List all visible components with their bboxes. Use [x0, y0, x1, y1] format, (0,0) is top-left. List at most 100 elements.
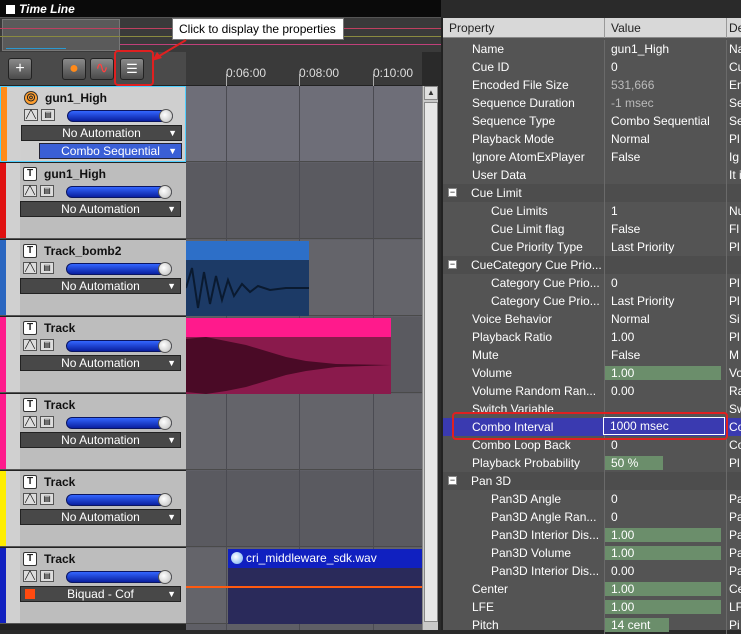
property-value[interactable]: 0.00	[605, 382, 727, 400]
sequence-type-dropdown[interactable]: Combo Sequential ▼	[39, 143, 182, 159]
property-value[interactable]	[605, 166, 727, 184]
property-value[interactable]: False	[605, 220, 727, 238]
property-group-row[interactable]: − Pan 3D	[443, 472, 741, 490]
property-row[interactable]: Playback Probability 50 % Pl	[443, 454, 741, 472]
property-row[interactable]: Pan3D Interior Dis... 0.00 Pa	[443, 562, 741, 580]
property-value[interactable]: gun1_High	[605, 40, 727, 58]
property-row[interactable]: Pan3D Volume 1.00 Pa	[443, 544, 741, 562]
waveform-clip-header[interactable]	[186, 318, 391, 337]
property-row[interactable]: Name gun1_HighNa	[443, 40, 741, 58]
scroll-thumb[interactable]	[424, 102, 438, 622]
property-value[interactable]: 0	[605, 274, 727, 292]
wav-clip-header[interactable]: cri_middleware_sdk.wav	[228, 549, 422, 568]
property-row[interactable]: Cue Priority Type Last Priority Pl	[443, 238, 741, 256]
automation-dropdown[interactable]: No Automation ▼	[20, 278, 181, 294]
automation-dropdown[interactable]: No Automation ▼	[20, 201, 181, 217]
property-row[interactable]: Center 1.00Ce	[443, 580, 741, 598]
automation-dropdown[interactable]: No Automation ▼	[20, 509, 181, 525]
collapse-icon[interactable]: −	[448, 476, 457, 485]
meter-icon[interactable]: ▤	[40, 570, 54, 582]
combo-interval-input[interactable]: 1000 msec	[603, 417, 725, 435]
property-row[interactable]: Category Cue Prio... 0 Pl	[443, 274, 741, 292]
track-row[interactable]: T gun1_High ╱╲ ▤ No Automation ▼	[0, 163, 186, 239]
property-row[interactable]: Category Cue Prio... Last Priority Pl	[443, 292, 741, 310]
property-row[interactable]: Encoded File Size 531,666 En	[443, 76, 741, 94]
column-header-property[interactable]: Property	[443, 18, 605, 38]
property-row[interactable]: Pitch 14 cent Pi	[443, 616, 741, 634]
property-row[interactable]: Voice Behavior Normal Si	[443, 310, 741, 328]
envelope-icon[interactable]: ╱╲	[23, 416, 37, 428]
window-menu-icon[interactable]	[6, 5, 15, 14]
slider-knob[interactable]	[158, 262, 172, 276]
property-value[interactable]	[605, 472, 727, 490]
slider-knob[interactable]	[158, 339, 172, 353]
property-row[interactable]: User Data It i	[443, 166, 741, 184]
property-row[interactable]: Volume Random Ran... 0.00Ra	[443, 382, 741, 400]
property-value[interactable]: 0	[605, 508, 727, 526]
property-value[interactable]: False	[605, 346, 727, 364]
envelope-icon[interactable]: ╱╲	[23, 570, 37, 582]
track-row[interactable]: T Track ╱╲ ▤ Biquad - Cof ▼	[0, 548, 186, 624]
property-value[interactable]: 531,666	[605, 76, 727, 94]
property-value[interactable]: Last Priority	[605, 292, 727, 310]
column-header-value[interactable]: Value	[605, 18, 727, 38]
meter-icon[interactable]: ▤	[40, 339, 54, 351]
meter-icon[interactable]: ▤	[40, 262, 54, 274]
meter-icon[interactable]: ▤	[40, 416, 54, 428]
meter-icon[interactable]: ▤	[40, 185, 54, 197]
envelope-icon[interactable]: ╱╲	[23, 185, 37, 197]
property-row[interactable]: Mute False M	[443, 346, 741, 364]
automation-dropdown[interactable]: Biquad - Cof ▼	[20, 586, 181, 602]
slider-knob[interactable]	[158, 416, 172, 430]
slider-knob[interactable]	[158, 493, 172, 507]
meter-icon[interactable]: ▤	[40, 493, 54, 505]
property-value[interactable]: 1.00	[605, 328, 727, 346]
lane[interactable]	[186, 86, 422, 162]
waveform-clip[interactable]	[186, 337, 391, 394]
property-value[interactable]: False	[605, 148, 727, 166]
property-value[interactable]: Normal	[605, 130, 727, 148]
scroll-up-button[interactable]: ▲	[424, 86, 438, 100]
track-row[interactable]: ◎ gun1_High ╱╲ ▤ No Automation ▼ Combo Se…	[0, 86, 186, 162]
volume-slider[interactable]	[66, 185, 172, 199]
property-row[interactable]: LFE 1.00 LF	[443, 598, 741, 616]
automation-curve[interactable]	[186, 586, 422, 588]
waveform-clip[interactable]	[185, 260, 309, 316]
property-value[interactable]	[605, 184, 727, 202]
lane[interactable]	[186, 163, 422, 239]
volume-slider[interactable]	[66, 493, 172, 507]
property-row[interactable]: Playback Ratio 1.00 Pl	[443, 328, 741, 346]
volume-slider[interactable]	[66, 339, 172, 353]
property-value[interactable]: Last Priority	[605, 238, 727, 256]
collapse-icon[interactable]: −	[448, 188, 457, 197]
property-value[interactable]: 50 %	[605, 454, 727, 472]
property-value[interactable]: 1	[605, 202, 727, 220]
property-row[interactable]: Pan3D Angle Ran... 0 Pa	[443, 508, 741, 526]
curve-icon[interactable]: ∿	[90, 58, 114, 80]
property-value[interactable]: 0	[605, 490, 727, 508]
property-group-row[interactable]: − CueCategory Cue Prio...	[443, 256, 741, 274]
track-row[interactable]: T Track ╱╲ ▤ No Automation ▼	[0, 394, 186, 470]
lane[interactable]	[186, 394, 422, 470]
timeline-scrollbar[interactable]: ▲	[422, 86, 438, 630]
envelope-icon[interactable]: ╱╲	[24, 109, 38, 121]
property-row[interactable]: Cue Limits 1Nu	[443, 202, 741, 220]
slider-knob[interactable]	[158, 185, 172, 199]
track-row[interactable]: T Track_bomb2 ╱╲ ▤ No Automation ▼	[0, 240, 186, 316]
property-row[interactable]: Volume 1.00 Vo	[443, 364, 741, 382]
property-value[interactable]: -1 msec	[605, 94, 727, 112]
property-value[interactable]	[605, 256, 727, 274]
add-track-button[interactable]: +	[8, 58, 32, 80]
timeline-lanes[interactable]: cri_middleware_sdk.wav	[185, 86, 422, 630]
property-row[interactable]: Cue Limit flag False Fl	[443, 220, 741, 238]
property-row[interactable]: Cue ID 0Cu	[443, 58, 741, 76]
slider-knob[interactable]	[159, 109, 173, 123]
waveform-clip-header[interactable]	[186, 241, 309, 260]
overview-viewport[interactable]	[2, 19, 120, 51]
volume-slider[interactable]	[66, 570, 172, 584]
property-row[interactable]: Pan3D Interior Dis... 1.00 Pa	[443, 526, 741, 544]
property-value[interactable]: 1.00	[605, 364, 727, 382]
track-row[interactable]: T Track ╱╲ ▤ No Automation ▼	[0, 471, 186, 547]
property-value[interactable]: 1.00	[605, 544, 727, 562]
automation-dropdown[interactable]: No Automation ▼	[20, 355, 181, 371]
